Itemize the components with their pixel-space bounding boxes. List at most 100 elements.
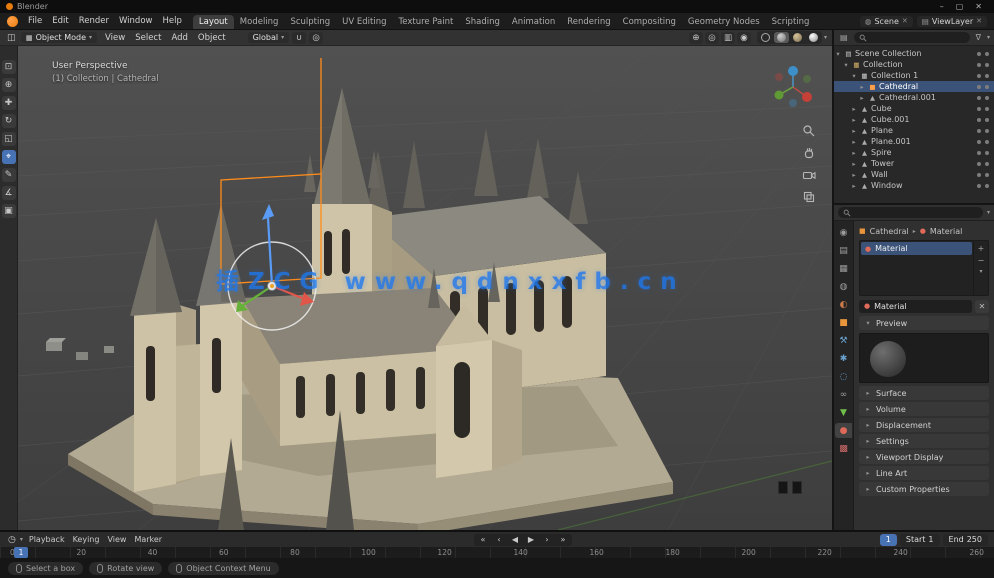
- viewport-menu[interactable]: Select: [130, 32, 166, 44]
- panel-section[interactable]: ▸ Volume: [859, 402, 989, 416]
- panel-section[interactable]: ▸ Displacement: [859, 418, 989, 432]
- expand-arrow-icon[interactable]: ▸: [850, 149, 858, 157]
- disable-in-render-toggle[interactable]: [985, 140, 989, 144]
- data-properties-tab[interactable]: ▼: [835, 405, 852, 420]
- measure-tool[interactable]: ∡: [2, 186, 16, 200]
- play-button[interactable]: ▶: [524, 534, 538, 546]
- workspace-tab[interactable]: Modeling: [234, 15, 285, 29]
- move-tool[interactable]: ✚: [2, 96, 16, 110]
- pan-hand-icon[interactable]: [802, 146, 816, 160]
- slot-specials-icon[interactable]: ▾: [979, 268, 982, 275]
- menubar-menu[interactable]: File: [23, 15, 47, 27]
- outliner-row[interactable]: ▾ ▦ Collection: [834, 59, 994, 70]
- outliner-row[interactable]: ▸ ▲ Plane.001: [834, 136, 994, 147]
- workspace-tab[interactable]: Texture Paint: [393, 15, 460, 29]
- hide-in-viewport-toggle[interactable]: [977, 140, 981, 144]
- unlink-scene-icon[interactable]: ✕: [902, 17, 908, 25]
- proportional-edit-toggle[interactable]: ◎: [309, 32, 323, 44]
- outliner-row[interactable]: ▸ ▲ Wall: [834, 169, 994, 180]
- snap-magnet-toggle[interactable]: ∪: [292, 32, 306, 44]
- disable-in-render-toggle[interactable]: [985, 151, 989, 155]
- hide-in-viewport-toggle[interactable]: [977, 162, 981, 166]
- disable-in-render-toggle[interactable]: [985, 173, 989, 177]
- next-keyframe-button[interactable]: ›: [540, 534, 554, 546]
- outliner-row[interactable]: ▸ ▲ Cube: [834, 103, 994, 114]
- panel-section[interactable]: ▸ Settings: [859, 434, 989, 448]
- panel-section[interactable]: ▸ Custom Properties: [859, 482, 989, 496]
- hide-in-viewport-toggle[interactable]: [977, 96, 981, 100]
- transform-tool[interactable]: ⌖: [2, 150, 16, 164]
- expand-arrow-icon[interactable]: ▸: [850, 105, 858, 113]
- disable-in-render-toggle[interactable]: [985, 85, 989, 89]
- play-reverse-button[interactable]: ◀: [508, 534, 522, 546]
- hide-in-viewport-toggle[interactable]: [977, 118, 981, 122]
- outliner-row[interactable]: ▾ ▦ Collection 1: [834, 70, 994, 81]
- disable-in-render-toggle[interactable]: [985, 129, 989, 133]
- object-properties-tab[interactable]: ■: [835, 315, 852, 330]
- panel-section[interactable]: ▸ Viewport Display: [859, 450, 989, 464]
- cursor-tool[interactable]: ⊕: [2, 78, 16, 92]
- orientation-dropdown[interactable]: Global ▾: [248, 32, 290, 43]
- frame-start-field[interactable]: Start1: [900, 534, 940, 546]
- outliner-row[interactable]: ▸ ▲ Cathedral.001: [834, 92, 994, 103]
- viewport-menu[interactable]: View: [100, 32, 130, 44]
- disable-in-render-toggle[interactable]: [985, 63, 989, 67]
- workspace-tab[interactable]: Animation: [506, 15, 561, 29]
- timeline-menu[interactable]: Keying: [69, 535, 104, 544]
- select-box-tool[interactable]: ⊡: [2, 60, 16, 74]
- timeline-editor-icon[interactable]: ◷: [6, 535, 18, 545]
- outliner-row[interactable]: ▸ ▲ Cube.001: [834, 114, 994, 125]
- minimize-button[interactable]: –: [940, 2, 944, 11]
- panel-section[interactable]: ▸ Line Art: [859, 466, 989, 480]
- hide-in-viewport-toggle[interactable]: [977, 173, 981, 177]
- hide-in-viewport-toggle[interactable]: [977, 74, 981, 78]
- expand-arrow-icon[interactable]: ▾: [842, 61, 850, 69]
- xray-toggle[interactable]: ▥: [721, 32, 735, 44]
- workspace-tab[interactable]: Compositing: [617, 15, 682, 29]
- properties-search-input[interactable]: [838, 207, 983, 218]
- scale-tool[interactable]: ◱: [2, 132, 16, 146]
- navigation-gizmo[interactable]: [766, 60, 820, 114]
- hide-in-viewport-toggle[interactable]: [977, 85, 981, 89]
- add-slot-button[interactable]: +: [978, 244, 985, 253]
- shading-dropdown-icon[interactable]: ▾: [824, 34, 827, 41]
- remove-slot-button[interactable]: −: [978, 256, 985, 265]
- mode-dropdown[interactable]: ■ Object Mode ▾: [21, 32, 98, 43]
- material-name-field[interactable]: ● Material: [859, 300, 972, 313]
- hide-in-viewport-toggle[interactable]: [977, 63, 981, 67]
- outliner-row[interactable]: ▾ ▤ Scene Collection: [834, 48, 994, 59]
- annotate-tool[interactable]: ✎: [2, 168, 16, 182]
- menubar-menu[interactable]: Render: [74, 15, 114, 27]
- constraints-properties-tab[interactable]: ∞: [835, 387, 852, 402]
- expand-arrow-icon[interactable]: ▸: [850, 182, 858, 190]
- current-frame-field[interactable]: 1: [880, 534, 897, 546]
- hide-in-viewport-toggle[interactable]: [977, 151, 981, 155]
- panel-section-preview[interactable]: ▾ Preview: [859, 316, 989, 330]
- particles-properties-tab[interactable]: ✱: [835, 351, 852, 366]
- workspace-tab[interactable]: Rendering: [561, 15, 616, 29]
- viewport-menu[interactable]: Object: [193, 32, 231, 44]
- expand-arrow-icon[interactable]: ▾: [834, 50, 842, 58]
- chevron-down-icon[interactable]: ▾: [987, 209, 990, 216]
- disable-in-render-toggle[interactable]: [985, 184, 989, 188]
- outliner-row[interactable]: ▸ ▲ Tower: [834, 158, 994, 169]
- hide-in-viewport-toggle[interactable]: [977, 184, 981, 188]
- timeline-menu[interactable]: Marker: [130, 535, 166, 544]
- workspace-tab[interactable]: Geometry Nodes: [682, 15, 766, 29]
- scene-properties-tab[interactable]: ◍: [835, 279, 852, 294]
- workspace-tab[interactable]: Shading: [459, 15, 506, 29]
- view-layer-properties-tab[interactable]: ▦: [835, 261, 852, 276]
- jump-to-end-button[interactable]: »: [556, 534, 570, 546]
- editor-type-icon[interactable]: ▤: [838, 33, 850, 42]
- jump-to-start-button[interactable]: «: [476, 534, 490, 546]
- hide-in-viewport-toggle[interactable]: [977, 52, 981, 56]
- shading-solid-button[interactable]: [774, 32, 789, 43]
- rotate-tool[interactable]: ↻: [2, 114, 16, 128]
- unlink-material-button[interactable]: ✕: [975, 300, 989, 313]
- texture-properties-tab[interactable]: ▩: [835, 441, 852, 456]
- outliner-search-input[interactable]: [854, 32, 970, 43]
- expand-arrow-icon[interactable]: ▸: [850, 171, 858, 179]
- timeline-menu[interactable]: View: [103, 535, 130, 544]
- material-slot[interactable]: ● Material: [861, 242, 972, 255]
- blender-logo-icon[interactable]: [7, 16, 18, 27]
